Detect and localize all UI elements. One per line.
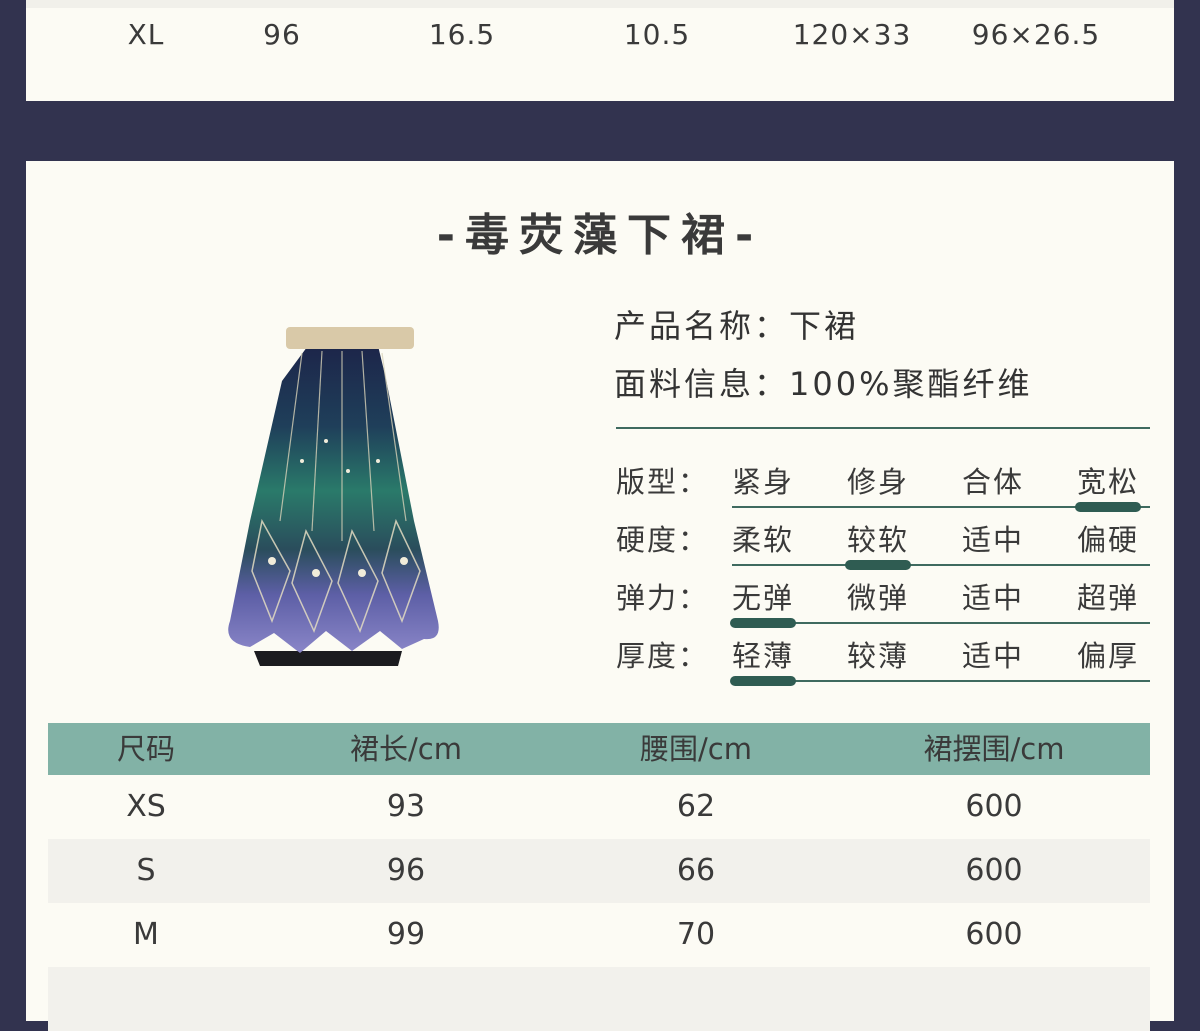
- table-row: XS 93 62 600: [48, 775, 1150, 839]
- attribute-option: 微弹: [846, 581, 909, 615]
- selected-indicator: [730, 618, 796, 628]
- attribute-option: 超弹: [1076, 581, 1139, 615]
- skirt-product-image: [228, 327, 439, 666]
- attribute-option: 适中: [961, 639, 1024, 673]
- attribute-option: 适中: [961, 581, 1024, 615]
- table-row: M 99 70 600: [48, 903, 1150, 967]
- selected-indicator: [1075, 502, 1141, 512]
- attribute-row-fit: 版型： 紧身 修身 合体 宽松: [616, 459, 1150, 517]
- section-title: -毒荧藻下裙-: [436, 210, 764, 261]
- length-cell: 96: [386, 853, 426, 888]
- attribute-option: 偏厚: [1076, 639, 1139, 673]
- size-cell: M: [133, 917, 159, 952]
- size-cell: XS: [126, 789, 166, 824]
- table-row: XL 96 16.5 10.5 120×33 96×26.5: [26, 18, 1174, 58]
- attribute-label: 版型：: [616, 465, 710, 499]
- table-header: 尺码 裙长/cm 腰围/cm 裙摆围/cm: [48, 723, 1150, 775]
- hem-cell: 600: [965, 853, 1023, 888]
- length-cell: 99: [386, 917, 426, 952]
- selected-indicator: [730, 676, 796, 686]
- previous-size-table-card: XL 96 16.5 10.5 120×33 96×26.5: [26, 0, 1174, 101]
- attribute-label: 弹力：: [616, 581, 710, 615]
- table-row: S 96 66 600: [48, 839, 1150, 903]
- attribute-option: 修身: [846, 465, 909, 499]
- attribute-row-hardness: 硬度： 柔软 较软 适中 偏硬: [616, 517, 1150, 575]
- table-cell: 120×33: [792, 18, 912, 51]
- column-header-size: 尺码: [116, 732, 176, 766]
- attribute-option: 较软: [846, 523, 909, 557]
- attribute-option: 柔软: [731, 523, 794, 557]
- attribute-row-elasticity: 弹力： 无弹 微弹 适中 超弹: [616, 575, 1150, 633]
- column-header-length: 裙长/cm: [350, 732, 462, 766]
- product-name: 产品名称：下裙: [614, 307, 860, 345]
- attribute-option: 宽松: [1076, 465, 1139, 499]
- table-cell: 96: [263, 18, 301, 51]
- table-cell: 96×26.5: [971, 18, 1101, 51]
- attribute-option: 合体: [961, 465, 1024, 499]
- attribute-scale-line: [732, 564, 1150, 566]
- attribute-label: 厚度：: [616, 639, 710, 673]
- table-cell: 16.5: [428, 18, 496, 51]
- table-row-stripe: [26, 0, 1174, 8]
- column-header-waist: 腰围/cm: [640, 732, 752, 766]
- waist-cell: 70: [676, 917, 716, 952]
- size-cell: S: [136, 853, 156, 888]
- selected-indicator: [845, 560, 911, 570]
- attribute-option: 无弹: [731, 581, 794, 615]
- length-cell: 93: [386, 789, 426, 824]
- hem-cell: 600: [965, 917, 1023, 952]
- attribute-option: 紧身: [731, 465, 794, 499]
- attribute-row-thickness: 厚度： 轻薄 较薄 适中 偏厚: [616, 633, 1150, 691]
- attribute-option: 适中: [961, 523, 1024, 557]
- size-cell: XL: [127, 18, 165, 51]
- attribute-option: 偏硬: [1076, 523, 1139, 557]
- attribute-option: 较薄: [846, 639, 909, 673]
- divider: [616, 427, 1150, 429]
- table-row-partial: [48, 967, 1150, 1031]
- product-card: -毒荧藻下裙- 产品名称：下裙 面料信息：100%聚酯纤维 版型： 紧身 修身 …: [26, 161, 1174, 1031]
- table-cell: 10.5: [623, 18, 691, 51]
- attribute-label: 硬度：: [616, 523, 710, 557]
- waist-cell: 66: [676, 853, 716, 888]
- fabric-info: 面料信息：100%聚酯纤维: [614, 365, 1033, 403]
- size-table: 尺码 裙长/cm 腰围/cm 裙摆围/cm XS 93 62 600 S 96 …: [48, 723, 1150, 1031]
- column-header-hem: 裙摆围/cm: [923, 732, 1065, 766]
- attribute-option: 轻薄: [731, 639, 794, 673]
- waist-cell: 62: [676, 789, 716, 824]
- hem-cell: 600: [965, 789, 1023, 824]
